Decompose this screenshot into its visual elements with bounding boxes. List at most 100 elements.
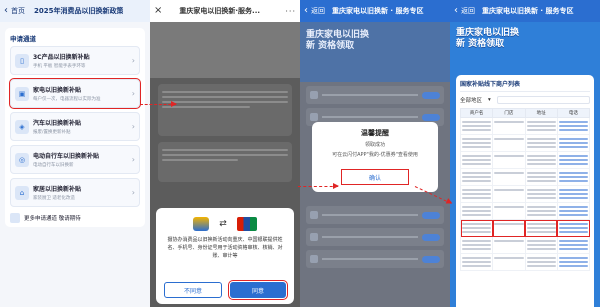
table-row[interactable] (459, 117, 591, 135)
table-cell (524, 151, 558, 169)
page-title: 重庆家电以旧换新 · 服务专区 (482, 7, 574, 15)
region-filter[interactable]: 全部地区 ▾ (460, 96, 590, 104)
card-sub: 家装厨卫 适老化改造 (33, 196, 75, 201)
consent-dialog: ⇄ 摄协办消费品以旧换新活动向重庆、中国银联提供姓名、手机号、身份证号用于活动资… (156, 208, 294, 304)
panel-claim-success: ‹ 返回 重庆家电以旧换新 · 服务专区 重庆家电以旧换新 资格领取 温馨提醒 … (300, 0, 450, 307)
table-row[interactable] (459, 253, 591, 271)
panel-policy-home: ‹ 首页 2025年消费品以旧换新政策 申请通道 ▯ 3C产品以旧换新补贴 手机 … (0, 0, 150, 307)
home-icon: ⌂ (15, 185, 29, 200)
panel-merchant-list: ‹ 返回 重庆家电以旧换新 · 服务专区 重庆家电以旧换新 资格领取 国家补贴线… (450, 0, 600, 307)
column-header: 地址 (524, 108, 558, 118)
table-cell (556, 134, 591, 152)
table-cell (492, 168, 526, 186)
top-bar: ‹ 返回 重庆家电以旧换新 · 服务专区 (300, 0, 450, 22)
card-name: 汽车以旧换新补贴 (33, 120, 82, 127)
chevron-right-icon: › (131, 188, 135, 197)
back-icon[interactable]: ‹ (4, 6, 8, 16)
bike-icon: ◎ (15, 152, 29, 167)
promo-banner: 重庆家电以旧换新 资格领取 (300, 22, 450, 82)
back-icon[interactable]: ‹ (454, 6, 458, 16)
top-bar: ‹ 首页 2025年消费品以旧换新政策 (0, 0, 150, 22)
card-name: 电动自行车以旧换新补贴 (33, 153, 100, 160)
column-header: 商户名 (459, 108, 494, 118)
card-3c[interactable]: ▯ 3C产品以旧换新补贴 手机 平板 智能手表手环等 › (10, 46, 140, 75)
card-ebike[interactable]: ◎ 电动自行车以旧换新补贴 电动自行车以旧换新 › (10, 145, 140, 174)
disagree-button[interactable]: 不同意 (164, 282, 222, 298)
table-cell (459, 253, 494, 271)
table-row[interactable] (459, 151, 591, 169)
dimmed-text (158, 142, 292, 182)
promo-banner: 重庆家电以旧换新 资格领取 (450, 22, 600, 72)
table-row[interactable] (459, 134, 591, 152)
back-label[interactable]: 首页 (11, 6, 25, 16)
table-cell (556, 168, 591, 186)
card-car[interactable]: ◈ 汽车以旧换新补贴 报废/置换更新补贴 › (10, 112, 140, 141)
top-bar: × 重庆家电以旧换新·服务... ··· (150, 0, 300, 22)
table-row[interactable] (459, 202, 591, 220)
back-label[interactable]: 返回 (461, 6, 475, 16)
table-cell (492, 253, 526, 271)
page-title: 2025年消费品以旧换新政策 (34, 7, 124, 15)
table-cell (556, 219, 591, 237)
close-icon[interactable]: × (154, 6, 162, 16)
table-cell (492, 134, 526, 152)
table-cell (492, 219, 526, 237)
logo-row: ⇄ (162, 214, 288, 234)
table-cell (492, 185, 526, 203)
table-row[interactable] (459, 236, 591, 254)
chevron-right-icon: › (131, 89, 135, 98)
car-icon: ◈ (15, 119, 29, 134)
agree-button[interactable]: 同意 (228, 280, 288, 300)
card-name: 3C产品以旧换新补贴 (33, 54, 90, 61)
table-body (459, 117, 591, 271)
table-cell (524, 117, 558, 135)
app-logo (193, 217, 210, 231)
table-row[interactable] (459, 185, 591, 203)
dialog-title: 温馨提醒 (361, 129, 389, 137)
table-cell (459, 236, 494, 254)
confirm-button[interactable]: 确认 (341, 169, 409, 185)
region-select[interactable]: 全部地区 (460, 96, 482, 104)
list-item (306, 228, 444, 246)
annotation-arrow (140, 101, 177, 107)
table-cell (556, 253, 591, 271)
chevron-right-icon: › (131, 155, 135, 164)
table-cell (492, 151, 526, 169)
list-item (306, 250, 444, 268)
table-cell (459, 151, 494, 169)
back-icon[interactable]: ‹ (304, 6, 308, 16)
card-name: 家居以旧换新补贴 (33, 186, 82, 193)
table-cell (524, 168, 558, 186)
more-icon[interactable]: ··· (285, 7, 296, 16)
merchant-table: 商户名 门店 地址 电话 (459, 108, 591, 271)
table-cell (524, 185, 558, 203)
table-cell (556, 117, 591, 135)
more-icon (10, 213, 20, 223)
card-title: 国家补贴线下商户列表 (460, 79, 590, 92)
table-cell (556, 151, 591, 169)
banner-title: 重庆家电以旧换新 资格领取 (306, 30, 370, 51)
annotation-arrow (298, 183, 339, 189)
table-cell (459, 134, 494, 152)
dialog-line: 可在云闪付APP"我的-优惠券"查看使用 (332, 152, 418, 158)
channel-section: 申请通道 ▯ 3C产品以旧换新补贴 手机 平板 智能手表手环等 › ▣ 家电以旧换… (5, 28, 145, 227)
table-cell (459, 185, 494, 203)
table-cell (524, 236, 558, 254)
list-item (306, 86, 444, 104)
table-cell (556, 236, 591, 254)
table-cell (524, 219, 558, 237)
phone-icon: ▯ (15, 53, 29, 68)
chevron-right-icon: › (131, 56, 135, 65)
back-label[interactable]: 返回 (311, 6, 325, 16)
card-home[interactable]: ⌂ 家居以旧换新补贴 家装厨卫 适老化改造 › (10, 178, 140, 207)
table-cell (524, 253, 558, 271)
dimmed-text (158, 84, 292, 136)
table-cell (459, 202, 494, 220)
search-input[interactable] (496, 96, 590, 104)
more-channels: 更多申请通道 敬请期待 (10, 211, 140, 225)
table-cell (459, 219, 494, 237)
table-cell (492, 202, 526, 220)
table-row[interactable] (459, 219, 591, 237)
table-row[interactable] (459, 168, 591, 186)
card-appliance[interactable]: ▣ 家电以旧换新补贴 每户仅一次，电器流程以实际为准 › (9, 78, 141, 109)
